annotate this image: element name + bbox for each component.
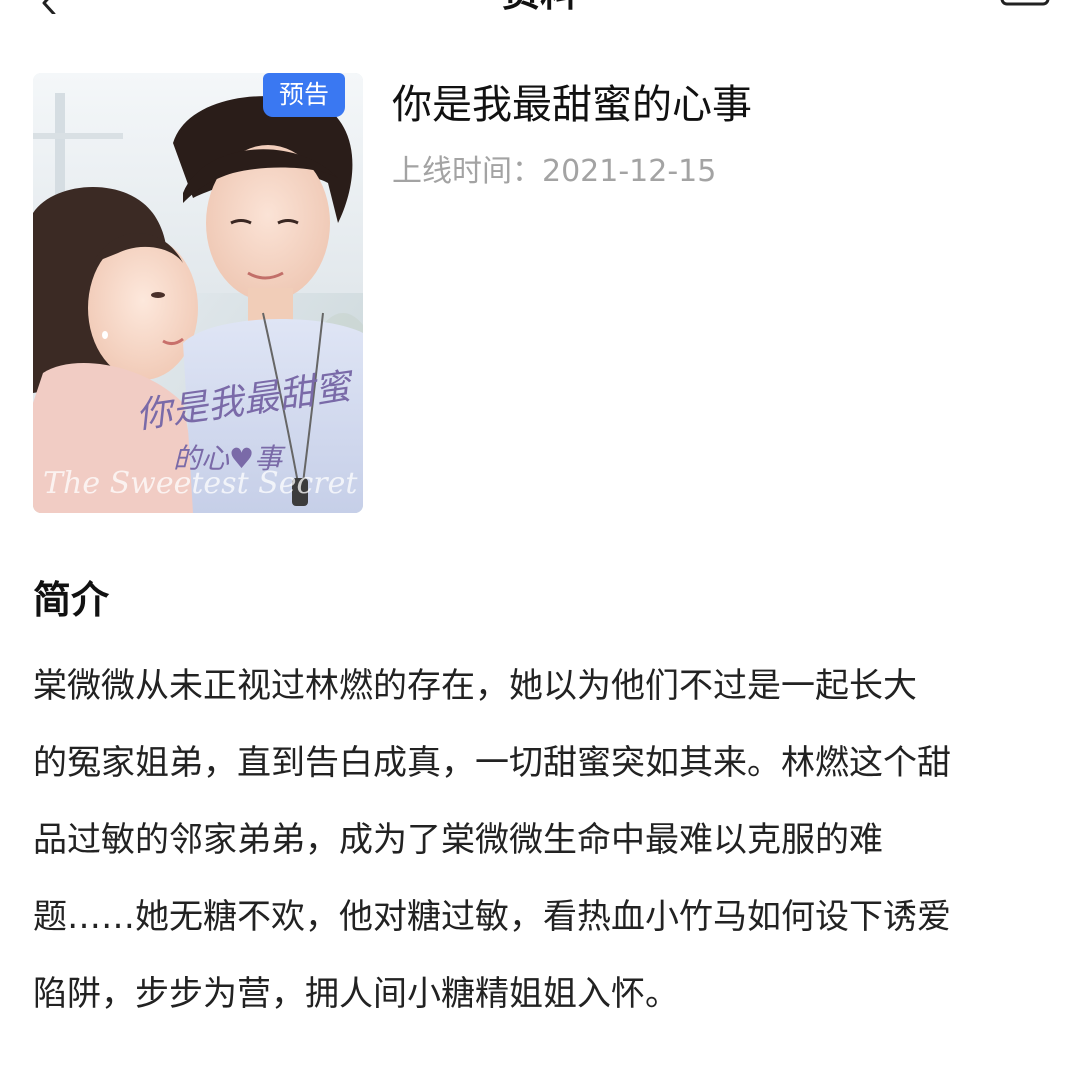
synopsis-line: 棠微微从未正视过林燃的存在，她以为他们不过是一起长大 <box>33 666 917 706</box>
top-bar: 资料 <box>0 0 1080 14</box>
preview-badge: 预告 <box>263 73 345 117</box>
synopsis-text: 棠微微从未正视过林燃的存在，她以为他们不过是一起长大 的冤家姐弟，直到告白成真，… <box>33 648 1048 1033</box>
page-title: 资料 <box>0 0 1080 12</box>
synopsis-line: 品过敏的邻家弟弟，成为了棠微微生命中最难以克服的难 <box>33 820 883 860</box>
svg-text:The Sweetest Secret: The Sweetest Secret <box>43 466 358 501</box>
more-icon[interactable] <box>1000 0 1050 8</box>
synopsis-line: 陷阱，步步为营，拥人间小糖精姐姐入怀。 <box>33 974 679 1014</box>
drama-poster[interactable]: 你是我最甜蜜 的心♥事 The Sweetest Secret 预告 <box>33 73 363 513</box>
release-date: 上线时间：2021-12-15 <box>392 154 717 189</box>
synopsis-line: 题……她无糖不欢，他对糖过敏，看热血小竹马如何设下诱爱 <box>33 897 951 937</box>
drama-title: 你是我最甜蜜的心事 <box>392 82 752 128</box>
poster-image: 你是我最甜蜜 的心♥事 The Sweetest Secret <box>33 73 363 513</box>
synopsis-heading: 简介 <box>33 578 110 622</box>
synopsis-line: 的冤家姐弟，直到告白成真，一切甜蜜突如其来。林燃这个甜 <box>33 743 951 783</box>
